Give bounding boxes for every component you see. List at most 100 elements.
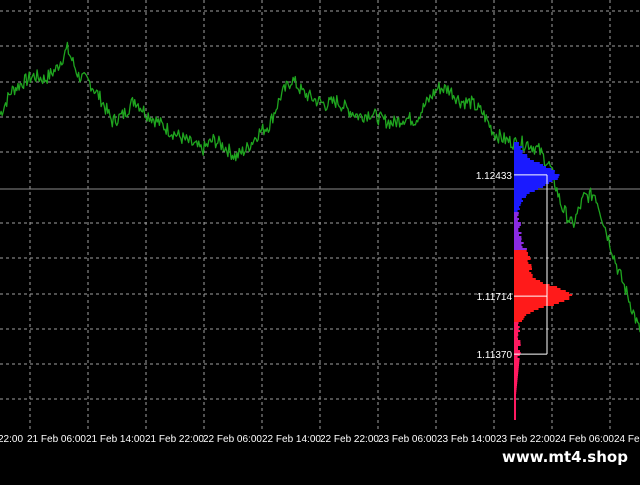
profile-bar <box>514 288 561 290</box>
x-tick-label: 21 Feb 14:00 <box>86 434 145 445</box>
profile-bar <box>514 372 519 374</box>
profile-bar <box>514 388 517 390</box>
profile-bar <box>514 330 520 332</box>
profile-bar <box>514 304 554 306</box>
profile-bar <box>514 322 519 324</box>
profile-bar <box>514 410 516 412</box>
profile-bar <box>514 212 519 214</box>
x-tick-label: 22 Feb 06:00 <box>203 434 262 445</box>
profile-bar <box>514 188 538 190</box>
profile-bar <box>514 266 532 268</box>
profile-bar <box>514 418 516 420</box>
x-tick-label: 23 Feb 14:00 <box>437 434 496 445</box>
profile-bar <box>514 198 522 200</box>
x-tick-label: 22 Feb 22:00 <box>320 434 379 445</box>
profile-bar <box>514 268 532 270</box>
profile-bar <box>514 186 544 188</box>
profile-bar <box>514 236 522 238</box>
profile-bar <box>514 360 520 362</box>
profile-bar <box>514 260 528 262</box>
profile-bar <box>514 184 546 186</box>
profile-bar <box>514 218 519 220</box>
x-tick-label: 22 Feb 14:00 <box>262 434 321 445</box>
profile-bar <box>514 248 527 250</box>
profile-bar <box>514 290 566 292</box>
profile-bar <box>514 274 533 276</box>
profile-bar <box>514 228 519 230</box>
profile-bar <box>514 160 534 162</box>
profile-bar <box>514 208 520 210</box>
profile-bar <box>514 344 521 346</box>
profile-bar <box>514 176 559 178</box>
profile-bar <box>514 328 519 330</box>
profile-bar <box>514 234 519 236</box>
profile-bar <box>514 178 558 180</box>
profile-bar <box>514 292 570 294</box>
profile-bar <box>514 244 522 246</box>
profile-bar <box>514 342 521 344</box>
x-tick-label: 22:00 <box>0 434 23 445</box>
profile-bar <box>514 238 522 240</box>
profile-bar <box>514 216 518 218</box>
profile-bar <box>514 162 540 164</box>
profile-bar <box>514 310 534 312</box>
profile-bar <box>514 300 565 302</box>
profile-bar <box>514 406 516 408</box>
profile-bar <box>514 258 531 260</box>
profile-bar <box>514 390 517 392</box>
profile-bar <box>514 190 535 192</box>
profile-bar <box>514 380 518 382</box>
profile-bar <box>514 284 550 286</box>
profile-bar <box>514 142 519 144</box>
profile-bar <box>514 230 519 232</box>
x-tick-label: 21 Feb 06:00 <box>27 434 86 445</box>
profile-bar <box>514 386 517 388</box>
profile-bar <box>514 242 524 244</box>
profile-bar <box>514 172 555 174</box>
profile-bar <box>514 200 523 202</box>
profile-bar <box>514 148 521 150</box>
profile-bar <box>514 150 523 152</box>
profile-level-label: 1.12433 <box>476 171 513 182</box>
profile-bar <box>514 382 518 384</box>
profile-bar <box>514 400 516 402</box>
profile-bar <box>514 384 517 386</box>
profile-bar <box>514 158 530 160</box>
profile-bar <box>514 336 518 338</box>
profile-bar <box>514 366 519 368</box>
profile-bar <box>514 314 527 316</box>
profile-bar <box>514 246 523 248</box>
profile-bar <box>514 324 518 326</box>
profile-bar <box>514 306 544 308</box>
x-tick-label: 23 Feb 06:00 <box>378 434 437 445</box>
profile-bar <box>514 340 521 342</box>
profile-bar <box>514 378 518 380</box>
profile-bar <box>514 368 519 370</box>
profile-bar <box>514 396 516 398</box>
profile-bar <box>514 202 522 204</box>
profile-bar <box>514 240 522 242</box>
watermark-logo: www.mt4.shop <box>496 446 634 468</box>
profile-bar <box>514 280 541 282</box>
profile-bar <box>514 154 528 156</box>
profile-bar <box>514 278 536 280</box>
price-chart[interactable]: 1.12433 1.11714 1.11370 22:00 21 Feb 06:00 2… <box>0 0 640 480</box>
profile-bar <box>514 220 518 222</box>
profile-bar <box>514 416 516 418</box>
profile-bar <box>514 168 552 170</box>
profile-bar <box>514 196 526 198</box>
profile-bar <box>514 408 516 410</box>
profile-bar <box>514 270 530 272</box>
profile-bar <box>514 232 522 234</box>
profile-bar <box>514 358 520 360</box>
profile-bar <box>514 226 520 228</box>
profile-bar <box>514 320 522 322</box>
profile-bar <box>514 222 521 224</box>
time-axis: 22:00 21 Feb 06:00 21 Feb 14:00 21 Feb 22:0… <box>0 434 640 445</box>
profile-bar <box>514 298 570 300</box>
profile-bar <box>514 318 524 320</box>
profile-bar <box>514 350 520 352</box>
profile-bar <box>514 402 516 404</box>
profile-bar <box>514 146 523 148</box>
profile-bar <box>514 264 532 266</box>
